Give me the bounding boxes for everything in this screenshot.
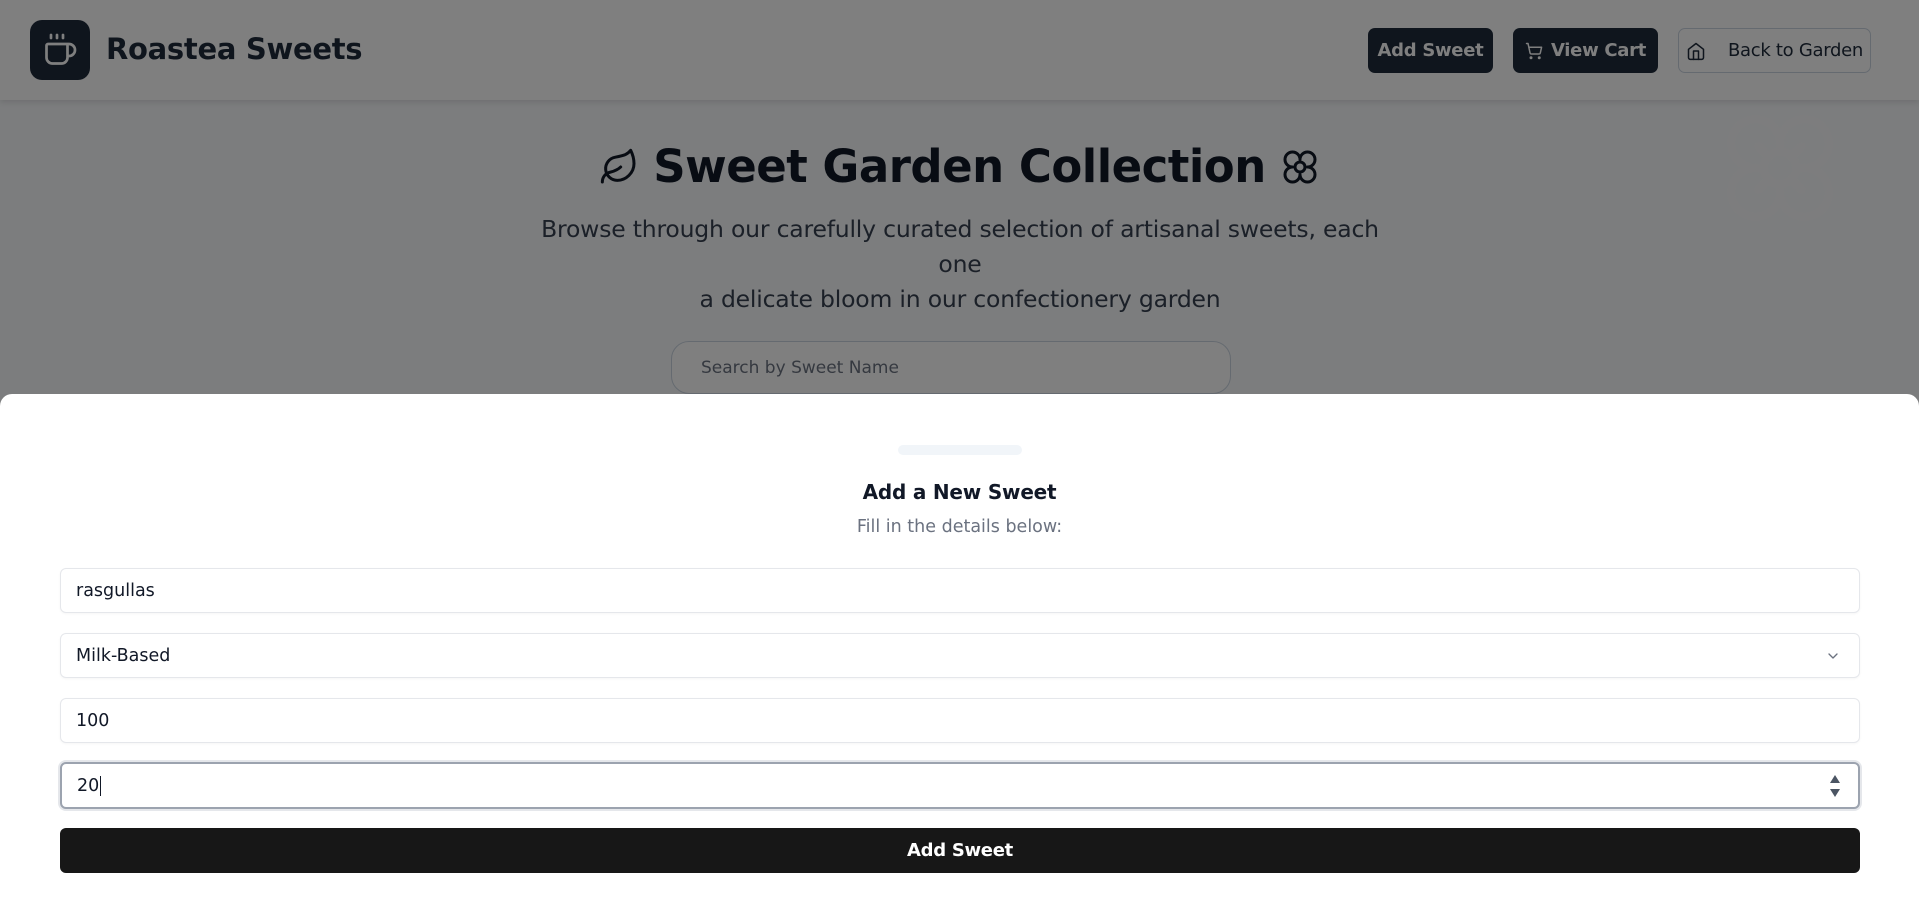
drawer-description: Fill in the details below: — [856, 517, 1063, 537]
category-value: Milk-Based — [76, 645, 171, 666]
text-caret — [100, 775, 102, 796]
quantity-field[interactable]: 20 — [60, 762, 1860, 809]
sweet-name-field[interactable]: rasgullas — [60, 568, 1860, 613]
price-field[interactable]: 100 — [60, 698, 1860, 743]
price-value: 100 — [76, 710, 110, 731]
add-sweet-submit-button[interactable]: Add Sweet — [60, 828, 1860, 873]
category-select[interactable]: Milk-Based — [60, 633, 1860, 678]
quantity-value: 20 — [77, 775, 100, 796]
submit-label: Add Sweet — [907, 840, 1013, 861]
number-spinner-icon[interactable] — [1828, 772, 1842, 800]
chevron-down-icon — [1828, 653, 1838, 659]
add-sweet-drawer: Add a New Sweet Fill in the details belo… — [0, 394, 1919, 908]
sweet-name-value: rasgullas — [76, 580, 155, 601]
drawer-title: Add a New Sweet — [862, 480, 1057, 504]
drawer-handle[interactable] — [898, 445, 1022, 455]
